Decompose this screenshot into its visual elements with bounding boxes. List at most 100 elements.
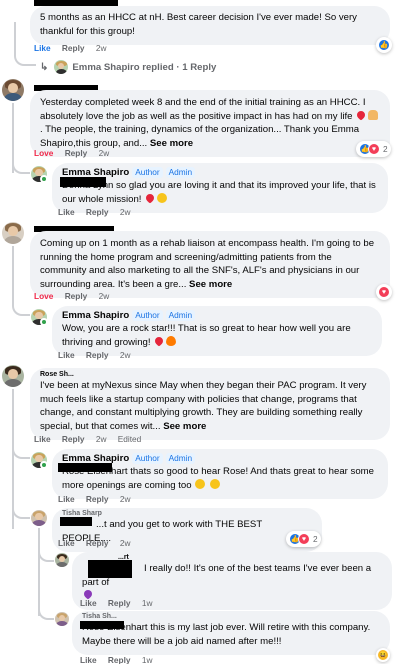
praying-hands-emoji-icon — [368, 109, 379, 120]
timestamp[interactable]: 1w — [142, 598, 153, 608]
reply-actions: Like Reply 2w — [58, 538, 139, 548]
comment-actions: Love Reply 2w — [34, 291, 118, 301]
thread-line — [12, 505, 30, 519]
avatar[interactable] — [2, 365, 24, 387]
avatar[interactable] — [55, 612, 69, 626]
comment-bubble: Rose Sh... I've been at myNexus since Ma… — [30, 368, 390, 440]
avatar — [54, 60, 69, 74]
view-replies-link[interactable]: ↳ Emma Shapiro replied · 1 Reply — [40, 60, 216, 74]
thread-line — [14, 22, 36, 66]
like-button[interactable]: Like — [34, 434, 51, 444]
author-badge: Author — [132, 453, 163, 464]
thread-line — [12, 160, 30, 174]
avatar[interactable] — [55, 553, 69, 567]
reply-button[interactable]: Reply — [86, 207, 109, 217]
like-reaction-icon: 👍 — [378, 39, 390, 51]
author-name[interactable]: Tisha Sharp — [62, 510, 312, 518]
timestamp[interactable]: 2w — [120, 350, 131, 360]
redacted-name — [60, 517, 92, 526]
smile-emoji-icon — [195, 478, 206, 489]
redacted-name — [60, 177, 106, 187]
admin-badge: Admin — [165, 453, 196, 464]
like-button[interactable]: Like — [34, 43, 51, 53]
reaction-summary[interactable]: 😆 — [376, 648, 390, 662]
like-button[interactable]: Like — [58, 538, 75, 548]
author-name[interactable]: Rose Sh... — [40, 371, 380, 379]
reply-actions: Like Reply 2w — [58, 350, 139, 360]
timestamp[interactable]: 2w — [99, 148, 110, 158]
reaction-summary[interactable]: 👍 — [376, 37, 392, 53]
love-reaction-icon: ♥ — [368, 143, 380, 155]
reply-text: Donna Lynn so glad you are loving it and… — [62, 180, 376, 205]
reply-bubble: Tisha Sh... Rose Eisenhart this is my la… — [72, 611, 390, 655]
reply-button[interactable]: Reply — [65, 291, 88, 301]
timestamp[interactable]: 2w — [99, 291, 110, 301]
reply-button[interactable]: Reply — [86, 350, 109, 360]
see-more-link[interactable]: See more — [163, 421, 206, 432]
like-button[interactable]: Like — [80, 655, 97, 664]
reply-button[interactable]: Reply — [65, 148, 88, 158]
comment-text: Yesterday completed week 8 and the end o… — [40, 97, 366, 122]
reaction-summary[interactable]: ♥ — [376, 284, 392, 300]
timestamp[interactable]: 2w — [96, 43, 107, 53]
reaction-summary[interactable]: 👍 ♥ 2 — [286, 531, 321, 547]
timestamp[interactable]: 1w — [142, 655, 153, 664]
like-button[interactable]: Like — [58, 494, 75, 504]
comment-actions: Like Reply 2w — [34, 43, 115, 53]
reply-bubble: Emma Shapiro Author Admin Rose Eisenhart t… — [52, 449, 388, 499]
redacted-name — [58, 463, 112, 472]
reply-button[interactable]: Reply — [62, 43, 85, 53]
avatar[interactable] — [31, 510, 47, 526]
reply-bubble: Emma Shapiro Author Admin Donna Lynn so gl… — [52, 163, 388, 213]
reply-button[interactable]: Reply — [108, 598, 131, 608]
heart-emoji-icon — [355, 108, 367, 121]
thread-line — [12, 246, 14, 304]
comment-bubble: Coming up on 1 month as a rehab liaison … — [30, 231, 390, 298]
reply-button[interactable]: Reply — [62, 434, 85, 444]
see-more-link[interactable]: See more — [150, 138, 193, 149]
edited-label: Edited — [117, 434, 142, 444]
online-status-indicator — [40, 318, 48, 326]
like-button[interactable]: Like — [58, 207, 75, 217]
timestamp[interactable]: 2w — [120, 207, 131, 217]
reply-button[interactable]: Reply — [108, 655, 131, 664]
love-reaction-icon: ♥ — [378, 286, 390, 298]
comment-actions: Like Reply 2w Edited — [34, 434, 150, 444]
smile-emoji-icon — [209, 478, 220, 489]
comment-bubble: Yesterday completed week 8 and the end o… — [30, 90, 390, 157]
thread-line — [38, 548, 54, 562]
reply-actions: Like Reply 2w — [58, 207, 139, 217]
timestamp[interactable]: 2w — [96, 434, 107, 444]
thread-line — [38, 603, 54, 620]
thread-line — [12, 300, 30, 316]
love-button[interactable]: Love — [34, 148, 53, 158]
see-more-link[interactable]: See more — [189, 279, 232, 290]
online-status-indicator — [40, 175, 48, 183]
comment-text: 5 months as an HHCC at nH. Best career d… — [40, 12, 357, 37]
author-badge: Author — [132, 167, 163, 178]
reply-button[interactable]: Reply — [86, 494, 109, 504]
love-reaction-icon: ♥ — [298, 533, 310, 545]
redacted-name — [88, 560, 132, 578]
reply-text: Rose Eisenhart this is my last job ever.… — [82, 622, 371, 647]
reaction-summary[interactable]: 👍 ♥ 2 — [356, 141, 391, 157]
haha-reaction-icon: 😆 — [377, 649, 389, 661]
like-button[interactable]: Like — [80, 598, 97, 608]
like-button[interactable]: Like — [58, 350, 75, 360]
love-button[interactable]: Love — [34, 291, 53, 301]
reply-arrow-icon: ↳ — [40, 61, 49, 73]
reply-actions: Like Reply 2w — [58, 494, 139, 504]
reply-bubble: Emma Shapiro Author Admin Wow, you are a r… — [52, 306, 382, 356]
thread-line — [12, 443, 30, 459]
timestamp[interactable]: 2w — [120, 538, 131, 548]
comment-bubble: 5 months as an HHCC at nH. Best career d… — [30, 6, 390, 45]
timestamp[interactable]: 2w — [120, 494, 131, 504]
author-name[interactable]: Tisha Sh... — [82, 613, 380, 621]
author-name[interactable]: Emma Shapiro — [62, 310, 129, 321]
reply-button[interactable]: Reply — [86, 538, 109, 548]
avatar[interactable] — [2, 79, 24, 101]
admin-badge: Admin — [165, 310, 196, 321]
smile-emoji-icon — [157, 192, 168, 203]
redacted-name — [80, 621, 124, 629]
avatar[interactable] — [2, 222, 24, 244]
